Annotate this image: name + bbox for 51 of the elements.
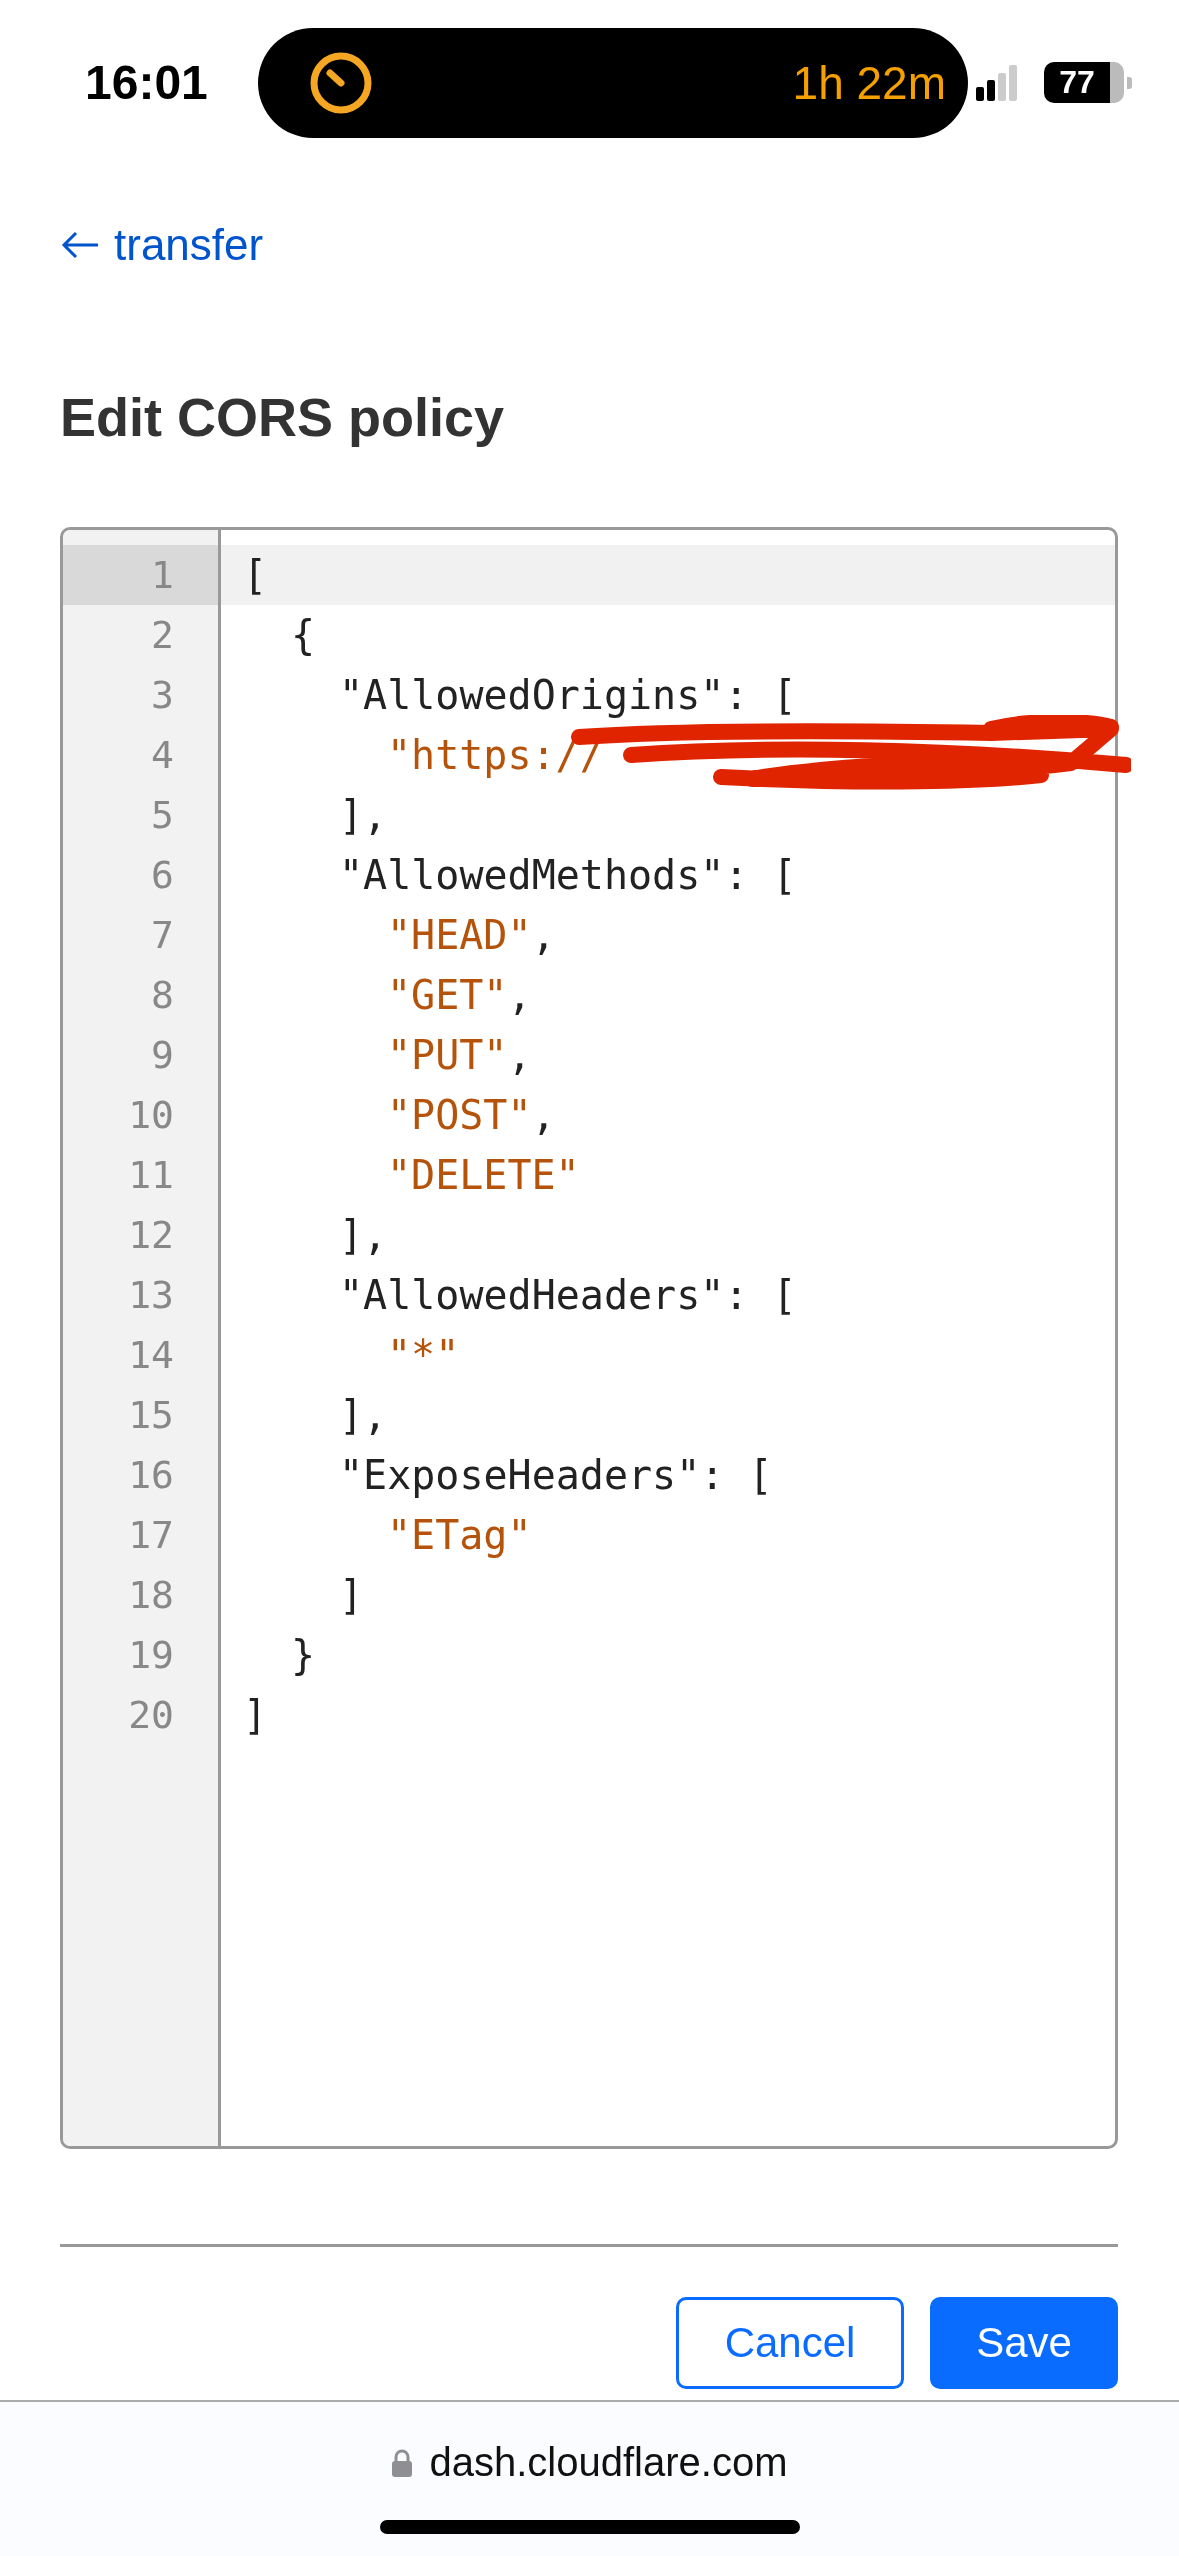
code-line: "https:// bbox=[387, 731, 604, 780]
line-number: 8 bbox=[151, 973, 174, 1018]
line-number: 16 bbox=[128, 1453, 174, 1498]
line-number: 2 bbox=[151, 613, 174, 658]
timer-text: 1h 22m bbox=[792, 55, 946, 110]
status-time: 16:01 bbox=[85, 55, 205, 110]
line-number: 4 bbox=[151, 733, 174, 778]
code-line: "AllowedHeaders": [ bbox=[339, 1271, 797, 1320]
code-line: "POST", bbox=[387, 1091, 556, 1140]
line-number: 3 bbox=[151, 673, 174, 718]
lock-icon bbox=[391, 2448, 412, 2477]
line-number: 6 bbox=[151, 853, 174, 898]
code-line: ], bbox=[339, 791, 388, 840]
line-number: 11 bbox=[128, 1153, 174, 1198]
line-number: 9 bbox=[151, 1033, 174, 1078]
save-button[interactable]: Save bbox=[930, 2297, 1118, 2390]
code-line: ] bbox=[243, 1691, 268, 1740]
code-line: "AllowedOrigins": [ bbox=[339, 671, 797, 720]
line-number: 13 bbox=[128, 1273, 174, 1318]
code-line: ], bbox=[339, 1391, 388, 1440]
address-bar[interactable]: dash.cloudflare.com bbox=[0, 2400, 1179, 2556]
code-line: ] bbox=[339, 1571, 364, 1620]
code-line: "PUT", bbox=[387, 1031, 532, 1080]
line-number: 12 bbox=[128, 1213, 174, 1258]
back-link[interactable]: transfer bbox=[60, 220, 264, 270]
line-number: 1 bbox=[151, 553, 174, 598]
line-number: 10 bbox=[128, 1093, 174, 1138]
arrow-left-icon bbox=[60, 230, 100, 260]
code-line: "ExposeHeaders": [ bbox=[339, 1451, 773, 1500]
code-line: "ETag" bbox=[387, 1511, 532, 1560]
line-number: 5 bbox=[151, 793, 174, 838]
code-line: "GET", bbox=[387, 971, 532, 1020]
line-number: 19 bbox=[128, 1633, 174, 1678]
code-line: { bbox=[291, 611, 316, 660]
code-line: "DELETE" bbox=[387, 1151, 580, 1200]
code-line: "HEAD", bbox=[387, 911, 556, 960]
code-line: "*" bbox=[387, 1331, 460, 1380]
code-line: } bbox=[291, 1631, 316, 1680]
code-line: ], bbox=[339, 1211, 388, 1260]
code-line: [ bbox=[243, 551, 268, 600]
line-number: 20 bbox=[128, 1693, 174, 1738]
line-number: 7 bbox=[151, 913, 174, 958]
code-line: "AllowedMethods": [ bbox=[339, 851, 797, 900]
url-text: dash.cloudflare.com bbox=[429, 2440, 788, 2485]
cancel-button[interactable]: Cancel bbox=[676, 2297, 904, 2390]
line-number: 18 bbox=[128, 1573, 174, 1618]
line-number: 14 bbox=[128, 1333, 174, 1378]
page-title: Edit CORS policy bbox=[60, 388, 505, 448]
line-number: 17 bbox=[128, 1513, 174, 1558]
line-number: 15 bbox=[128, 1393, 174, 1438]
signal-icon bbox=[976, 64, 1018, 101]
